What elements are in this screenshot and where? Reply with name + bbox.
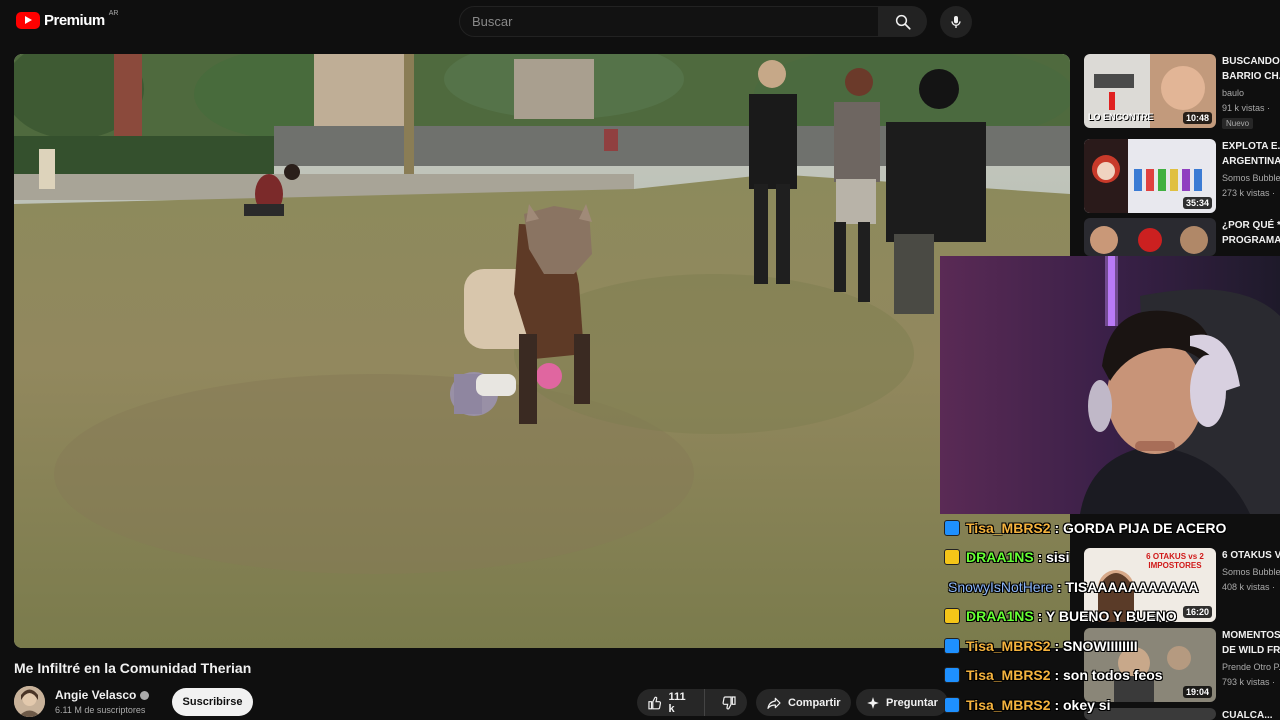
chat-message: SnowyIsNotHere : TISAAAAAAAAAAA (940, 575, 1198, 599)
like-dislike-group: 111 k (637, 689, 747, 716)
share-button[interactable]: Compartir (756, 689, 851, 716)
search-button[interactable] (879, 6, 927, 37)
prime-badge-icon (944, 520, 960, 536)
chat-message: Tisa_MBRS2 : okey si (940, 693, 1110, 717)
search-icon (895, 14, 911, 30)
new-badge: Nuevo (1222, 118, 1254, 129)
chat-text: : GORDA PIJA DE ACERO (1054, 520, 1227, 536)
subscriber-count: 6.11 M de suscriptores (55, 705, 146, 715)
prime-badge-icon (944, 638, 960, 654)
chat-text: : son todos feos (1054, 667, 1163, 683)
chat-text: : okey si (1054, 697, 1111, 713)
chat-username: DRAA1NS (966, 549, 1034, 565)
voice-search-button[interactable] (940, 6, 972, 38)
recommendation-title: EXPLOTA E...ARGENTINA... (1222, 141, 1280, 167)
ask-button[interactable]: Preguntar (856, 689, 948, 716)
video-frame (14, 54, 1070, 648)
chat-message: Tisa_MBRS2 : SNOWIIIIIIII (940, 634, 1138, 658)
prime-badge-icon (944, 697, 960, 713)
avatar-image (14, 686, 45, 717)
chat-username: DRAA1NS (966, 608, 1034, 624)
video-player[interactable] (14, 54, 1070, 648)
channel-avatar[interactable] (14, 686, 45, 717)
chat-message: Tisa_MBRS2 : GORDA PIJA DE ACERO (940, 516, 1226, 540)
subscribe-button[interactable]: Suscribirse (172, 688, 253, 716)
recommendation-item[interactable]: 35:34 EXPLOTA E...ARGENTINA... Somos Bub… (1084, 139, 1280, 215)
chat-username: Tisa_MBRS2 (966, 697, 1051, 713)
share-icon (767, 697, 781, 709)
subscriber-badge-icon (944, 608, 960, 624)
channel-name-text: Angie Velasco (55, 688, 137, 702)
chat-username: Tisa_MBRS2 (966, 638, 1051, 654)
logo-text: Premium (44, 12, 105, 29)
recommendation-title: BUSCANDO...BARRIO CH... (1222, 56, 1280, 82)
recommendation-views: 91 k vistas · (1222, 103, 1271, 113)
thumbs-down-icon (722, 695, 736, 709)
video-thumbnail: LO ENCONTRE 10:48 (1084, 54, 1216, 128)
chat-message: Tisa_MBRS2 : son todos feos (940, 663, 1163, 687)
video-duration: 35:34 (1182, 197, 1212, 209)
youtube-watch-page: Premium AR Buscar Me Infiltré en la Comu… (0, 0, 1280, 720)
youtube-play-icon (16, 12, 40, 29)
logo-country-code: AR (108, 10, 119, 17)
recommendation-views: 273 k vistas · (1222, 188, 1276, 198)
video-duration: 10:48 (1182, 112, 1212, 124)
chat-message: DRAA1NS : sisi (940, 545, 1069, 569)
recommendation-item[interactable]: LO ENCONTRE 10:48 BUSCANDO...BARRIO CH..… (1084, 54, 1280, 130)
verified-check-icon (140, 690, 150, 700)
sparkle-icon (867, 696, 879, 709)
chat-username: Tisa_MBRS2 (966, 667, 1051, 683)
thumbnail-caption: LO ENCONTRE (1088, 112, 1154, 122)
stream-chat-overlay: Tisa_MBRS2 : GORDA PIJA DE ACERO DRAA1NS… (940, 514, 1280, 720)
ask-label: Preguntar (886, 696, 938, 709)
like-button[interactable]: 111 k (637, 689, 705, 716)
streamer-webcam-overlay (940, 256, 1280, 514)
thumbs-up-icon (648, 696, 662, 709)
masthead: Premium AR (0, 0, 1280, 46)
recommendation-title: ¿POR QUÉ *...PROGRAMA... (1222, 220, 1280, 246)
chat-text: : Y BUENO Y BUENO (1037, 608, 1177, 624)
chat-text: : TISAAAAAAAAAAA (1056, 579, 1199, 595)
recommendation-channel: Somos Bubble (1222, 173, 1280, 183)
chat-text: : SNOWIIIIIIII (1054, 638, 1138, 654)
recommendation-channel: baulo (1222, 88, 1245, 98)
dislike-button[interactable] (711, 689, 747, 716)
video-thumbnail (1084, 218, 1216, 256)
prime-badge-icon (944, 667, 960, 683)
channel-name[interactable]: Angie Velasco (55, 688, 150, 702)
chat-message: DRAA1NS : Y BUENO Y BUENO (940, 604, 1177, 628)
search-input[interactable] (459, 6, 879, 37)
chat-username: Tisa_MBRS2 (966, 520, 1051, 536)
share-label: Compartir (788, 696, 841, 709)
chat-text: : sisi (1037, 549, 1070, 565)
video-title: Me Infiltré en la Comunidad Therian (14, 660, 252, 676)
microphone-icon (951, 16, 961, 28)
youtube-premium-logo[interactable]: Premium AR (16, 10, 119, 29)
like-count: 111 k (668, 690, 686, 715)
video-thumbnail: 35:34 (1084, 139, 1216, 213)
webcam-frame (940, 256, 1280, 514)
chat-username: SnowyIsNotHere (948, 579, 1054, 595)
subscriber-badge-icon (944, 549, 960, 565)
